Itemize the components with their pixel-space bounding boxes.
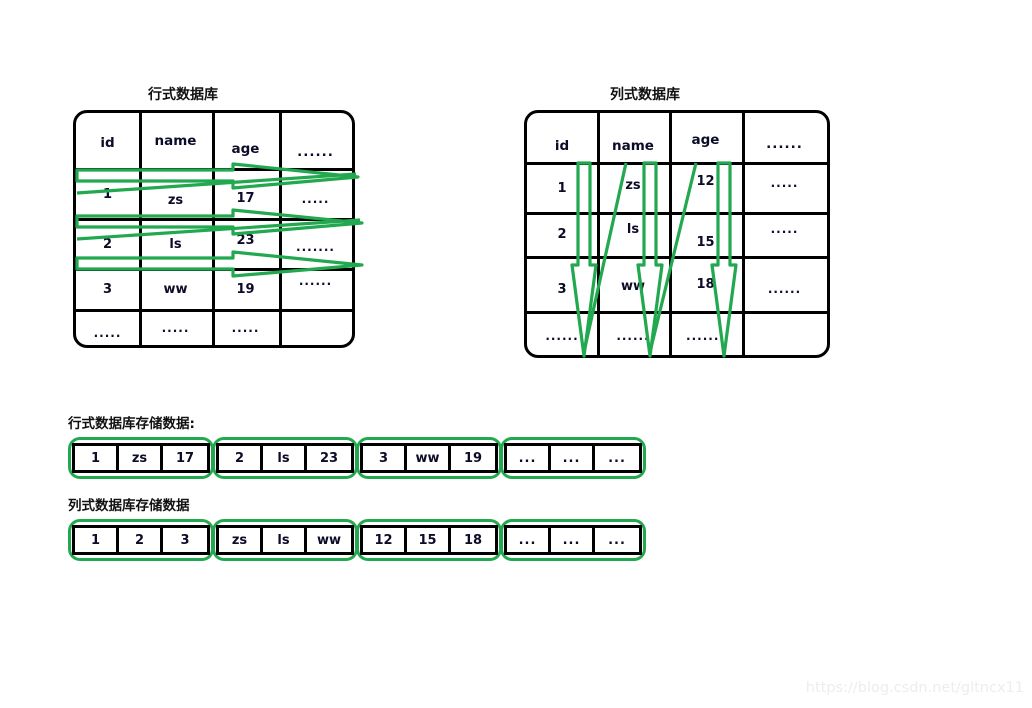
storage-cell: ... xyxy=(507,528,551,552)
annotation-arrows-layer xyxy=(75,161,738,358)
table-cell: 3 xyxy=(557,281,567,297)
storage-cell: 1 xyxy=(75,528,119,552)
storage-cell: ls xyxy=(263,528,307,552)
table-cell: 2 xyxy=(557,226,567,242)
table-header-cell: age xyxy=(231,141,260,157)
col-store-table: id name age ...... 1 zs 12 ..... 2 ls 15… xyxy=(524,110,830,358)
diagram-canvas: 行式数据库 id name age ...... 1 zs 17 ..... 2… xyxy=(0,0,1032,708)
table-header-cell: ...... xyxy=(766,136,803,152)
watermark: https://blog.csdn.net/gltncx11 xyxy=(805,680,1024,696)
table-header-cell: name xyxy=(154,133,197,149)
table-cell: ..... xyxy=(231,321,260,335)
table-cell: ...... xyxy=(545,329,579,343)
storage-cell: ww xyxy=(307,528,351,552)
table-row-divider xyxy=(76,168,352,171)
storage-cell: ... xyxy=(551,446,595,470)
table-cell: 2 xyxy=(102,236,113,252)
table-cell: 18 xyxy=(696,276,715,292)
table-cell: zs xyxy=(167,192,184,208)
storage-group: 2 ls 23 xyxy=(212,437,358,479)
storage-cell: 17 xyxy=(163,446,207,470)
storage-cell: 3 xyxy=(363,446,407,470)
row-store-table: id name age ...... 1 zs 17 ..... 2 ls 23… xyxy=(73,110,355,348)
table-cell: ..... xyxy=(161,321,190,335)
storage-cell: ls xyxy=(263,446,307,470)
storage-cell: ... xyxy=(595,528,639,552)
table-header-cell: id xyxy=(100,135,115,151)
table-cell: 3 xyxy=(102,281,113,297)
table-cell: ....... xyxy=(686,329,725,343)
storage-cell: 2 xyxy=(119,528,163,552)
storage-cell: 15 xyxy=(407,528,451,552)
table-cell: ...... xyxy=(616,329,650,343)
storage-group: 12 15 18 xyxy=(356,519,502,561)
storage-cell: zs xyxy=(219,528,263,552)
table-cell: ....... xyxy=(296,240,335,254)
storage-group: 1 zs 17 xyxy=(68,437,214,479)
storage-cell: zs xyxy=(119,446,163,470)
table-cell: ..... xyxy=(770,222,799,236)
storage-cell: 3 xyxy=(163,528,207,552)
table-header-cell: ...... xyxy=(297,144,334,160)
table-header-cell: id xyxy=(554,138,570,154)
storage-cell: 23 xyxy=(307,446,351,470)
table-cell: ..... xyxy=(301,192,330,206)
table-cell: 1 xyxy=(557,180,567,196)
table-cell: ..... xyxy=(93,326,122,340)
table-header-cell: age xyxy=(691,132,720,148)
storage-group: zs ls ww xyxy=(212,519,358,561)
storage-group: ... ... ... xyxy=(500,519,646,561)
table-row-divider xyxy=(76,309,352,312)
row-store-title: 行式数据库 xyxy=(148,87,218,103)
storage-cell: ... xyxy=(507,446,551,470)
table-cell: 19 xyxy=(236,281,255,297)
storage-cell: ... xyxy=(551,528,595,552)
table-cell: 23 xyxy=(236,232,255,248)
storage-group: 1 2 3 xyxy=(68,519,214,561)
storage-cell: 19 xyxy=(451,446,495,470)
table-cell: 12 xyxy=(696,173,715,189)
col-store-storage-label: 列式数据库存储数据 xyxy=(68,498,190,514)
table-header-cell: name xyxy=(612,138,654,154)
table-cell: 17 xyxy=(236,190,255,206)
table-cell: ...... xyxy=(298,274,333,288)
storage-cell: 2 xyxy=(219,446,263,470)
table-cell: ..... xyxy=(770,176,799,190)
storage-cell: ... xyxy=(595,446,639,470)
table-row-divider xyxy=(527,311,827,314)
table-cell: ls xyxy=(626,221,640,237)
table-cell: ww xyxy=(163,281,188,297)
table-cell: 1 xyxy=(102,186,113,202)
table-cell: ...... xyxy=(767,282,802,296)
col-store-title: 列式数据库 xyxy=(610,87,680,103)
storage-cell: 12 xyxy=(363,528,407,552)
storage-group: ... ... ... xyxy=(500,437,646,479)
table-cell: ls xyxy=(169,236,182,252)
row-store-storage-label: 行式数据库存储数据: xyxy=(68,416,195,432)
storage-cell: 1 xyxy=(75,446,119,470)
storage-group: 3 ww 19 xyxy=(356,437,502,479)
col-store-storage-strip: 1 2 3 zs ls ww 12 15 18 ... ... ... xyxy=(68,519,646,561)
table-cell: ww xyxy=(620,278,646,294)
table-cell: 15 xyxy=(696,234,715,250)
row-store-storage-strip: 1 zs 17 2 ls 23 3 ww 19 ... ... ... xyxy=(68,437,646,479)
storage-cell: ww xyxy=(407,446,451,470)
storage-cell: 18 xyxy=(451,528,495,552)
table-cell: zs xyxy=(625,177,641,193)
